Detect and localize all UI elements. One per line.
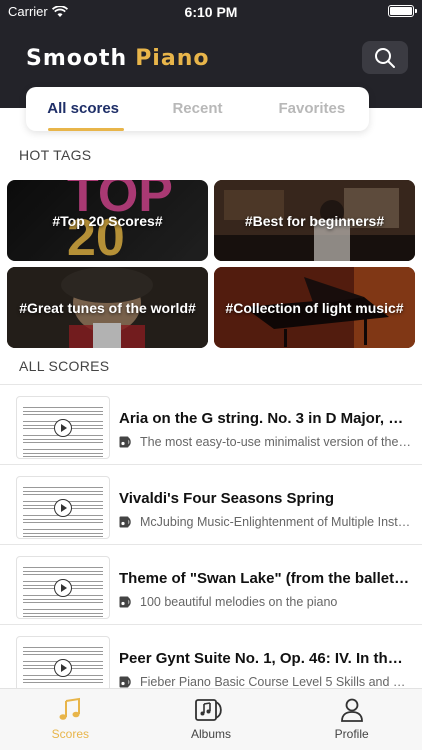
search-icon [375, 47, 395, 68]
brand-word-piano: Piano [135, 46, 210, 71]
score-subtitle: 100 beautiful melodies on the piano [119, 595, 411, 609]
album-mini-icon [119, 596, 131, 608]
hot-tag-label: #Collection of light music# [225, 299, 404, 316]
score-thumbnail [16, 556, 110, 619]
score-title: Aria on the G string. No. 3 in D Major, … [119, 410, 411, 427]
score-title: Peer Gynt Suite No. 1, Op. 46: IV. In th… [119, 650, 411, 667]
bottom-tab-bar: Scores Albums Profile [0, 688, 422, 750]
score-title: Theme of "Swan Lake" (from the ballet "S… [119, 570, 411, 587]
tab-recent[interactable]: Recent [140, 87, 254, 131]
brand-word-smooth: Smooth [26, 46, 128, 71]
person-icon [340, 698, 363, 722]
hot-tag-light-music[interactable]: #Collection of light music# [214, 267, 415, 348]
battery-icon [388, 5, 417, 17]
hot-tag-label: #Top 20 Scores# [52, 212, 163, 229]
score-list-item[interactable]: Vivaldi's Four Seasons Spring McJubing M… [0, 465, 422, 544]
tab-all-scores[interactable]: All scores [26, 87, 140, 131]
hot-tag-label: #Best for beginners# [244, 212, 385, 229]
tabbar-label: Scores [51, 727, 90, 741]
score-subtitle: Fieber Piano Basic Course Level 5 Skills… [119, 675, 411, 689]
tabbar-profile[interactable]: Profile [281, 689, 422, 750]
score-subtitle: The most easy-to-use minimalist version … [119, 435, 411, 449]
play-icon [54, 419, 72, 437]
hot-tag-label: #Great tunes of the world# [19, 299, 196, 316]
album-icon [195, 699, 222, 721]
all-scores-heading: ALL SCORES [19, 358, 110, 374]
tabbar-label: Albums [191, 727, 232, 741]
album-mini-icon [119, 436, 131, 448]
score-subtitle-text: McJubing Music-Enlightenment of Multiple… [140, 515, 411, 529]
score-thumbnail [16, 396, 110, 459]
hot-tag-beginners[interactable]: #Best for beginners# [214, 180, 415, 261]
hot-tags-heading: HOT TAGS [19, 147, 92, 163]
tab-favorites[interactable]: Favorites [255, 87, 369, 131]
play-icon [54, 579, 72, 597]
score-thumbnail [16, 476, 110, 539]
score-subtitle-text: 100 beautiful melodies on the piano [140, 595, 338, 609]
score-subtitle-text: Fieber Piano Basic Course Level 5 Skills… [140, 675, 411, 689]
play-icon [54, 659, 72, 677]
hot-tag-top20[interactable]: TOP 20 #Top 20 Scores# [7, 180, 208, 261]
search-button[interactable] [362, 41, 408, 74]
score-list-item[interactable]: Aria on the G string. No. 3 in D Major, … [0, 385, 422, 464]
score-title: Vivaldi's Four Seasons Spring [119, 490, 335, 507]
tabbar-scores[interactable]: Scores [0, 689, 141, 750]
score-subtitle-text: The most easy-to-use minimalist version … [140, 435, 411, 449]
hot-tag-great-tunes[interactable]: #Great tunes of the world# [7, 267, 208, 348]
tabbar-albums[interactable]: Albums [141, 689, 282, 750]
score-list-item[interactable]: Theme of "Swan Lake" (from the ballet "S… [0, 545, 422, 624]
score-subtitle: McJubing Music-Enlightenment of Multiple… [119, 515, 411, 529]
tabbar-label: Profile [334, 727, 369, 741]
status-bar: Carrier 6:10 PM [0, 0, 422, 24]
album-mini-icon [119, 676, 131, 688]
album-mini-icon [119, 516, 131, 528]
status-time: 6:10 PM [184, 4, 238, 20]
play-icon [54, 499, 72, 517]
score-tabs: All scores Recent Favorites [26, 87, 369, 131]
app-logo: Smooth Piano [26, 46, 209, 71]
music-note-icon [59, 697, 81, 720]
